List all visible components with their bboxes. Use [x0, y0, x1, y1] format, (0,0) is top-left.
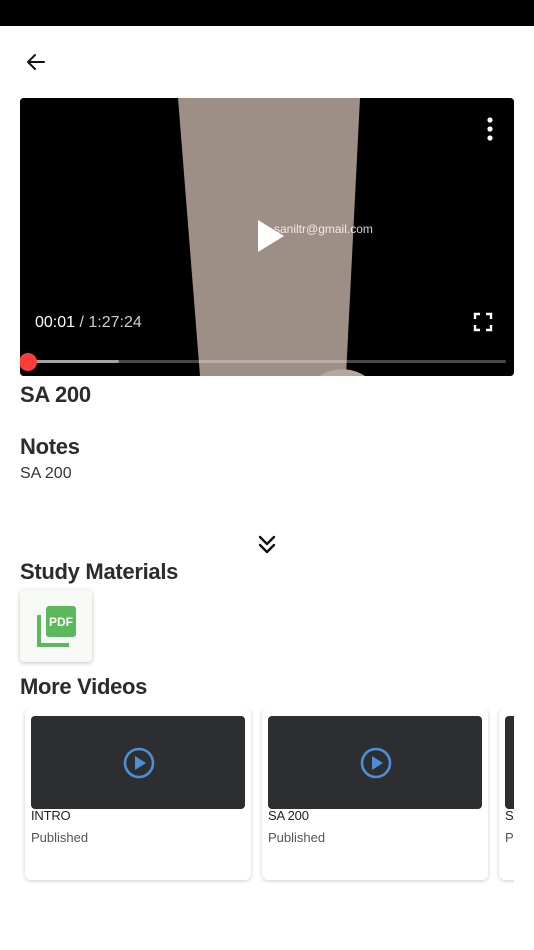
video-card-status: Published — [31, 830, 89, 845]
buffer-bar — [28, 360, 119, 363]
video-card-title: SA — [505, 808, 514, 823]
watermark-text: saniltr@gmail.com — [274, 222, 373, 236]
current-time: 00:01 — [35, 314, 76, 331]
video-card-status: Pu — [505, 830, 514, 845]
video-card-title: INTRO — [31, 808, 71, 823]
more-videos-heading: More Videos — [20, 674, 148, 699]
chevron-double-down-icon — [258, 535, 276, 554]
video-card[interactable]: SA Pu — [499, 708, 514, 880]
video-card-title: SA 200 — [268, 808, 309, 823]
video-thumbnail — [268, 716, 482, 809]
video-card[interactable]: INTRO Published — [25, 708, 251, 880]
arrow-left-icon — [27, 54, 45, 70]
back-button[interactable] — [18, 46, 54, 78]
study-materials-heading: Study Materials — [20, 559, 179, 584]
video-thumbnail — [505, 716, 514, 809]
notes-text: SA 200 — [20, 465, 72, 482]
play-circle-icon — [360, 747, 392, 779]
status-bar — [0, 0, 534, 26]
video-card-status: Published — [268, 830, 326, 845]
time-display: 00:01 / 1:27:24 — [35, 314, 142, 332]
pdf-icon: PDF — [37, 606, 76, 647]
play-circle-icon — [123, 747, 155, 779]
expand-button[interactable] — [254, 532, 280, 558]
study-material-pdf[interactable]: PDF — [20, 590, 92, 662]
time-separator: / — [79, 314, 84, 331]
video-thumbnail — [31, 716, 245, 809]
video-player[interactable]: saniltr@gmail.com 00:01 / 1:27:24 — [20, 98, 514, 376]
more-videos-carousel[interactable]: INTRO Published SA 200 Published SA Pu — [20, 708, 514, 888]
fullscreen-icon[interactable] — [473, 312, 493, 332]
video-card[interactable]: SA 200 Published — [262, 708, 488, 880]
seek-bar[interactable] — [20, 353, 506, 371]
more-vertical-icon[interactable] — [484, 116, 496, 142]
notes-heading: Notes — [20, 434, 80, 459]
pdf-label: PDF — [49, 615, 73, 629]
video-title: SA 200 — [20, 382, 91, 407]
duration: 1:27:24 — [88, 314, 142, 331]
